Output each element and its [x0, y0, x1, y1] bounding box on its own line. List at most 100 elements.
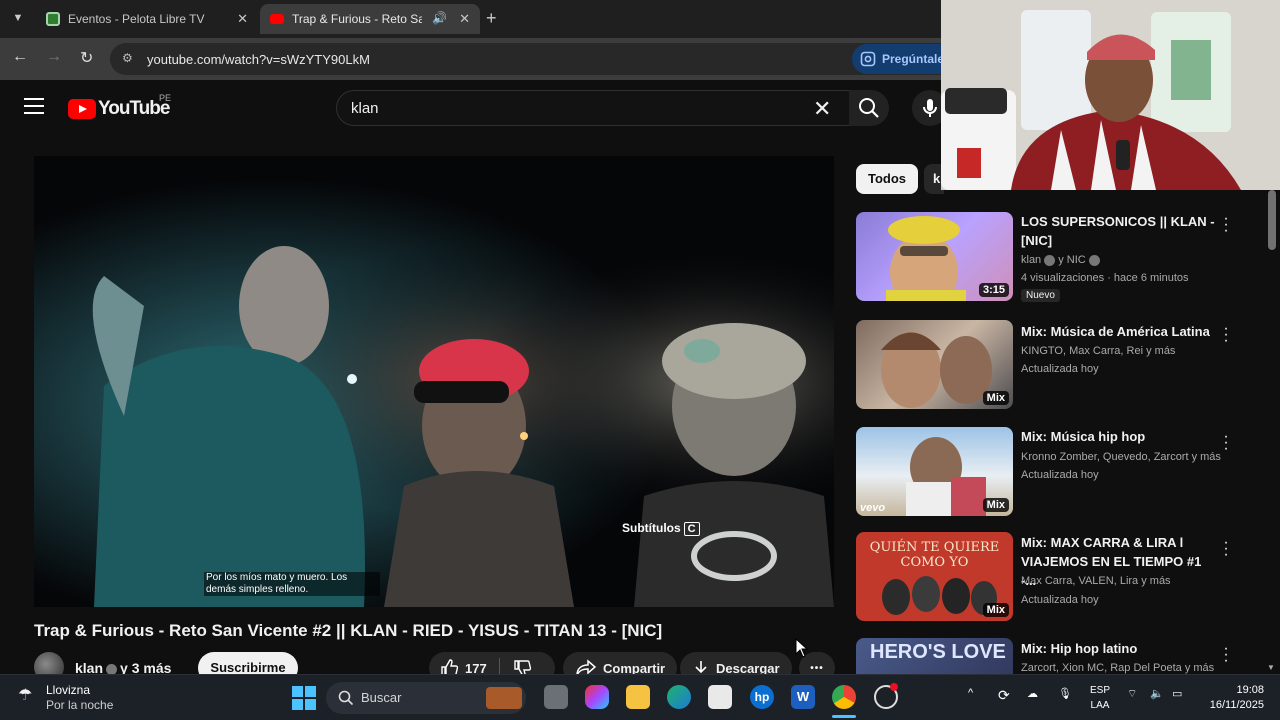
recommendation-title[interactable]: Mix: Música de América Latina [1021, 322, 1215, 341]
recommendation-item[interactable]: HERO'S LOVE Mix: Hip hop latino Zarcort,… [856, 638, 1256, 674]
hp-icon[interactable]: hp [750, 685, 774, 709]
tab-close-icon[interactable]: ✕ [459, 11, 470, 27]
verified-icon [1044, 254, 1056, 266]
kebab-menu-icon[interactable]: · · · [1221, 321, 1231, 349]
new-tab-button[interactable]: + [486, 8, 497, 29]
recommendation-channel: Kronno Zomber, Quevedo, Zarcort y más [1021, 451, 1221, 463]
recommendation-channel: Zarcort, Xion MC, Rap Del Poeta y más [1021, 662, 1215, 674]
recommendation-channel-more: y NIC [1058, 254, 1086, 266]
wifi-icon[interactable]: ⌔ [1127, 687, 1137, 701]
battery-icon[interactable]: ▭ [1172, 687, 1182, 700]
tab-pelota-libre[interactable]: Eventos - Pelota Libre TV ✕ [36, 4, 258, 34]
word-icon[interactable]: W [791, 685, 815, 709]
video-thumbnail[interactable]: QUIÉN TE QUIERE COMO YO Mix [856, 532, 1013, 621]
webcam-image [941, 0, 1280, 190]
video-player[interactable]: Subtítulos C Por los míos mato y muero. L… [34, 156, 834, 607]
recommendation-title[interactable]: LOS SUPERSONICOS || KLAN - [NIC] [1021, 212, 1215, 250]
weather-widget[interactable]: Llovizna Por la noche [46, 683, 113, 713]
kebab-menu-icon[interactable]: · · · [1221, 641, 1231, 669]
language-code: ESP [1089, 685, 1110, 696]
recommendation-meta: Actualizada hoy [1021, 469, 1099, 481]
microsoft-store-icon[interactable] [708, 685, 732, 709]
recommendation-channel-name: klan [1021, 254, 1042, 266]
back-arrow-icon[interactable]: ← [12, 48, 28, 66]
tab-title: Trap & Furious - Reto San V [292, 12, 422, 26]
tab-youtube-video[interactable]: Trap & Furious - Reto San V 🔊 ✕ [260, 4, 480, 34]
chrome-icon[interactable] [832, 685, 856, 709]
recommendation-title[interactable]: Mix: Hip hop latino [1021, 639, 1215, 658]
tab-search-chevron-icon[interactable]: ▼ [6, 6, 30, 30]
clock-date: 16/11/2025 [1209, 699, 1264, 711]
mouse-cursor-icon [795, 638, 809, 658]
verified-icon [1088, 254, 1100, 266]
url-text: youtube.com/watch?v=sWzYTY90LkM [147, 52, 370, 67]
sidebar-scrollbar[interactable] [1268, 190, 1276, 250]
scroll-down-arrow-icon[interactable]: ▼ [1267, 663, 1275, 672]
input-language[interactable]: ESP LAA [1088, 683, 1112, 713]
notification-dot [890, 683, 898, 691]
edge-icon[interactable] [667, 685, 691, 709]
windows-start-icon[interactable] [292, 686, 316, 710]
search-input[interactable]: klan [351, 100, 379, 117]
recommendation-meta: Actualizada hoy [1021, 363, 1099, 375]
video-thumbnail[interactable]: HERO'S LOVE [856, 638, 1013, 674]
active-app-indicator [832, 715, 856, 718]
video-frame [34, 156, 834, 607]
mix-badge: Mix [982, 391, 1009, 405]
recommendation-title[interactable]: Mix: Música hip hop [1021, 427, 1215, 446]
vevo-watermark: vevo [860, 502, 886, 514]
subtitles-hint-label: Subtítulos [622, 521, 681, 535]
webcam-overlay [941, 0, 1280, 190]
video-title: Trap & Furious - Reto San Vicente #2 || … [34, 621, 663, 640]
sync-icon[interactable]: ⟳ [998, 687, 1010, 704]
taskbar-search-box[interactable]: Buscar [326, 682, 526, 714]
search-box[interactable]: klan ✕ [336, 90, 850, 126]
task-view-icon[interactable] [544, 685, 568, 709]
video-thumbnail[interactable]: vevo Mix [856, 427, 1013, 516]
recommendation-item[interactable]: vevo Mix Mix: Música hip hop Kronno Zomb… [856, 427, 1256, 519]
recommendation-item[interactable]: QUIÉN TE QUIERE COMO YO Mix Mix: MAX CAR… [856, 532, 1256, 624]
tab-close-icon[interactable]: ✕ [237, 11, 248, 27]
tab-title: Eventos - Pelota Libre TV [68, 12, 205, 26]
volume-icon[interactable]: 🔈 [1150, 687, 1164, 700]
ask-label: Pregúntale [882, 52, 945, 66]
reload-icon[interactable]: ↻ [80, 48, 93, 68]
file-explorer-icon[interactable] [626, 685, 650, 709]
mix-badge: Mix [982, 498, 1009, 512]
subtitles-hint: Subtítulos C [622, 521, 700, 536]
clear-search-icon[interactable]: ✕ [813, 96, 831, 122]
search-icon [859, 98, 879, 118]
kebab-menu-icon[interactable]: · · · [1221, 211, 1231, 239]
recommendation-item[interactable]: Mix Mix: Música de América Latina KINGTO… [856, 320, 1256, 412]
rain-cloud-icon: ☂ [18, 687, 33, 704]
site-settings-icon[interactable]: ⚙ [122, 51, 133, 65]
youtube-play-icon [68, 99, 96, 119]
youtube-favicon-icon [270, 14, 284, 24]
youtube-logo[interactable]: YouTube PE [68, 93, 171, 120]
taskbar-search-label: Buscar [361, 690, 402, 705]
audio-playing-icon[interactable]: 🔊 [432, 11, 447, 25]
recommendation-channel: klan y NIC [1021, 251, 1103, 269]
language-layout: LAA [1090, 700, 1110, 711]
ask-gemini-button[interactable]: Pregúntale [852, 44, 955, 74]
search-button[interactable] [849, 90, 889, 126]
clock[interactable]: 19:08 16/11/2025 [1196, 683, 1264, 713]
clock-time: 19:08 [1236, 684, 1264, 696]
video-caption: Por los míos mato y muero. Los demás sim… [204, 572, 380, 596]
recommendation-item[interactable]: 3:15 LOS SUPERSONICOS || KLAN - [NIC] kl… [856, 211, 1256, 304]
kebab-menu-icon[interactable]: · · · [1221, 535, 1231, 563]
recommendation-meta: 4 visualizaciones · hace 6 minutos [1021, 272, 1189, 284]
forward-arrow-icon[interactable]: → [46, 48, 62, 66]
hamburger-menu-icon[interactable] [24, 98, 44, 114]
chip-todos[interactable]: Todos [856, 164, 919, 194]
sheet-favicon-icon [46, 12, 60, 26]
search-highlight-icon [486, 687, 522, 709]
video-thumbnail[interactable]: Mix [856, 320, 1013, 409]
kebab-menu-icon[interactable]: · · · [1221, 429, 1231, 457]
video-thumbnail[interactable]: 3:15 [856, 212, 1013, 301]
copilot-icon[interactable] [585, 685, 609, 709]
recommendation-meta: Actualizada hoy [1021, 594, 1099, 606]
cloud-icon[interactable]: ☁ [1027, 687, 1038, 700]
mic-tray-icon[interactable]: 🎙 [1058, 687, 1072, 700]
show-hidden-icons-chevron-icon[interactable]: ^ [968, 687, 973, 699]
